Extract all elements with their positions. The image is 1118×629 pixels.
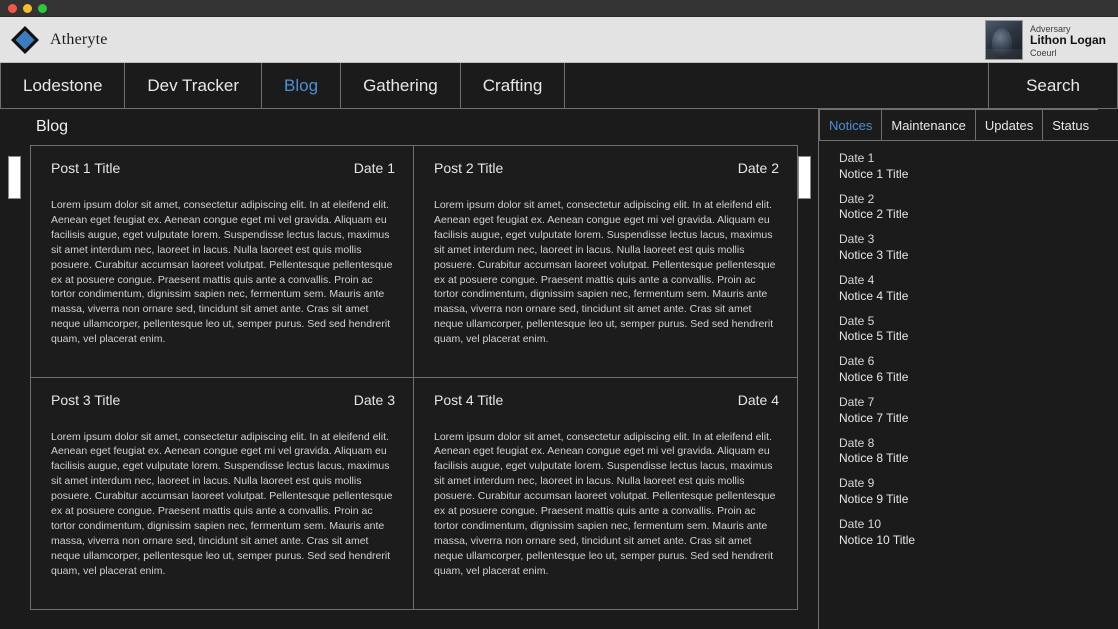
scroll-thumb[interactable] — [8, 156, 21, 199]
list-item[interactable]: Date 10 Notice 10 Title — [839, 517, 1118, 549]
blog-post-grid: Post 1 Title Date 1 Lorem ipsum dolor si… — [30, 145, 798, 610]
notice-title: Notice 7 Title — [839, 410, 909, 425]
post-date: Date 4 — [737, 391, 779, 408]
user-profile[interactable]: Adversary Lithon Logan Coeurl — [985, 20, 1112, 60]
notice-date: Date 6 — [839, 354, 875, 369]
notice-title: Notice 4 Title — [839, 288, 909, 303]
nav-item-gathering[interactable]: Gathering — [341, 63, 461, 108]
character-portrait-icon — [985, 20, 1024, 60]
blog-pane: Blog Post 1 Title Date 1 Lorem ipsum dol… — [0, 109, 818, 629]
post-date: Date 2 — [737, 160, 779, 176]
list-item[interactable]: Date 1 Notice 1 Title — [839, 151, 1118, 183]
page-title: Blog — [36, 118, 69, 135]
list-item[interactable]: Date 4 Notice 4 Title — [839, 273, 1118, 305]
diamond-logo-icon — [10, 25, 40, 55]
nav-spacer — [565, 63, 989, 108]
maximize-button[interactable] — [38, 3, 47, 13]
notice-date: Date 5 — [839, 313, 875, 328]
notice-title: Notice 8 Title — [839, 451, 909, 466]
minimize-button[interactable] — [23, 3, 32, 13]
post-date: Date 3 — [353, 391, 395, 408]
tab-status[interactable]: Status — [1043, 109, 1099, 140]
post-title: Post 1 Title — [51, 160, 121, 176]
blog-scrollbar-left[interactable] — [8, 149, 22, 609]
profile-name: Lithon Logan — [1030, 33, 1106, 48]
brand-name: Atheryte — [50, 30, 108, 48]
list-item[interactable]: Date 5 Notice 5 Title — [839, 314, 1118, 346]
body-container: Blog Post 1 Title Date 1 Lorem ipsum dol… — [0, 109, 1118, 629]
list-item[interactable]: Date 2 Notice 2 Title — [839, 192, 1118, 224]
tab-updates[interactable]: Updates — [975, 109, 1044, 140]
nav-item-lodestone[interactable]: Lodestone — [0, 63, 126, 108]
post-body: Lorem ipsum dolor sit amet, consectetur … — [51, 430, 393, 577]
logo-container[interactable] — [0, 25, 50, 55]
nav-item-dev-tracker[interactable]: Dev Tracker — [125, 63, 263, 108]
notice-title: Notice 10 Title — [839, 532, 916, 547]
post-title: Post 2 Title — [434, 160, 504, 176]
post-header: Post 3 Title Date 3 — [51, 392, 395, 408]
profile-world: Coeurl — [1030, 47, 1057, 58]
notice-date: Date 8 — [839, 435, 875, 450]
notice-title: Notice 1 Title — [839, 166, 909, 181]
notice-title: Notice 9 Title — [839, 492, 909, 507]
blog-post-card[interactable]: Post 4 Title Date 4 Lorem ipsum dolor si… — [414, 378, 797, 610]
notice-date: Date 7 — [839, 394, 875, 409]
post-header: Post 4 Title Date 4 — [434, 392, 779, 408]
blog-post-card[interactable]: Post 3 Title Date 3 Lorem ipsum dolor si… — [31, 377, 414, 609]
list-item[interactable]: Date 9 Notice 9 Title — [839, 476, 1118, 508]
post-body: Lorem ipsum dolor sit amet, consectetur … — [51, 199, 393, 346]
search-button[interactable]: Search — [989, 63, 1118, 108]
notice-date: Date 4 — [839, 272, 875, 287]
post-header: Post 1 Title Date 1 — [51, 160, 395, 176]
blog-post-card[interactable]: Post 1 Title Date 1 Lorem ipsum dolor si… — [31, 146, 414, 378]
main-navigation: Lodestone Dev Tracker Blog Gathering Cra… — [0, 63, 1118, 109]
list-item[interactable]: Date 8 Notice 8 Title — [839, 436, 1118, 468]
blog-post-card[interactable]: Post 2 Title Date 2 Lorem ipsum dolor si… — [414, 146, 797, 378]
notice-title: Notice 3 Title — [839, 248, 909, 263]
blog-scrollbar-inner[interactable] — [798, 149, 812, 609]
post-body: Lorem ipsum dolor sit amet, consectetur … — [434, 199, 776, 346]
post-header: Post 2 Title Date 2 — [434, 160, 779, 176]
nav-item-blog[interactable]: Blog — [262, 63, 342, 108]
post-date: Date 1 — [353, 160, 395, 176]
notices-pane: Notices Maintenance Updates Status Date … — [818, 109, 1118, 629]
post-title: Post 3 Title — [51, 391, 121, 408]
notice-list: Date 1 Notice 1 Title Date 2 Notice 2 Ti… — [819, 141, 1118, 629]
notice-title: Notice 2 Title — [839, 207, 909, 222]
tab-notices[interactable]: Notices — [819, 109, 883, 140]
profile-text: Adversary Lithon Logan Coeurl — [1023, 20, 1112, 60]
scroll-thumb[interactable] — [798, 156, 811, 199]
post-body: Lorem ipsum dolor sit amet, consectetur … — [434, 430, 776, 577]
window-titlebar — [0, 0, 1118, 17]
brand-header: Atheryte Adversary Lithon Logan Coeurl — [0, 17, 1118, 63]
notice-title: Notice 6 Title — [839, 370, 909, 385]
sidebar-tabs: Notices Maintenance Updates Status — [819, 109, 1118, 141]
notice-date: Date 3 — [839, 232, 875, 247]
close-button[interactable] — [8, 3, 17, 13]
list-item[interactable]: Date 6 Notice 6 Title — [839, 354, 1118, 386]
nav-item-crafting[interactable]: Crafting — [461, 63, 566, 108]
notice-date: Date 10 — [839, 516, 882, 531]
notice-date: Date 1 — [839, 151, 875, 165]
notice-date: Date 9 — [839, 476, 875, 491]
list-item[interactable]: Date 7 Notice 7 Title — [839, 395, 1118, 427]
notice-date: Date 2 — [839, 191, 875, 206]
notice-title: Notice 5 Title — [839, 329, 909, 344]
post-title: Post 4 Title — [434, 391, 504, 408]
list-item[interactable]: Date 3 Notice 3 Title — [839, 232, 1118, 264]
tab-maintenance[interactable]: Maintenance — [882, 109, 976, 140]
